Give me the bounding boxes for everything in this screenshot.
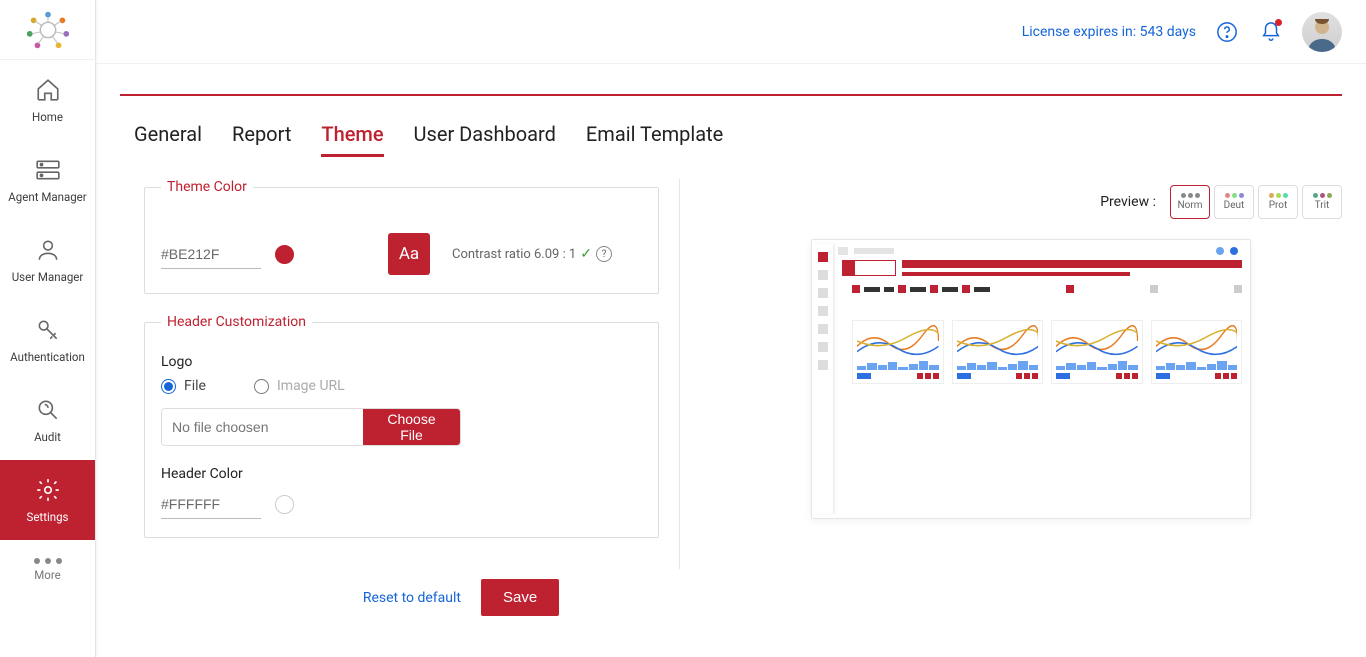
preview-column: Preview : Norm Deut Prot Trit — [710, 179, 1342, 569]
header-customization-legend: Header Customization — [161, 314, 312, 330]
logo-file-row: Choose File — [161, 408, 461, 446]
header-color-swatch[interactable] — [275, 495, 294, 514]
header-customization-fieldset: Header Customization Logo File Image URL… — [144, 314, 659, 538]
preview-mode-prot[interactable]: Prot — [1258, 185, 1298, 219]
preview-mode-norm[interactable]: Norm — [1170, 185, 1210, 219]
theme-panel: Theme Color Aa Contrast ratio 6.09 : 1✓?… — [120, 179, 1342, 569]
theme-color-fieldset: Theme Color Aa Contrast ratio 6.09 : 1✓? — [144, 179, 659, 294]
sidebar-item-audit[interactable]: Audit — [0, 380, 95, 460]
theme-color-swatch[interactable] — [275, 245, 294, 264]
app-logo-icon — [24, 10, 72, 50]
check-icon: ✓ — [580, 246, 592, 262]
authentication-icon — [34, 316, 62, 344]
sidebar-item-user-manager[interactable]: User Manager — [0, 220, 95, 300]
audit-icon — [34, 396, 62, 424]
tab-report[interactable]: Report — [232, 122, 291, 157]
theme-color-input[interactable] — [161, 240, 261, 269]
preview-label: Preview : — [1100, 194, 1156, 210]
preview-mode-deut[interactable]: Deut — [1214, 185, 1254, 219]
sidebar-item-home[interactable]: Home — [0, 60, 95, 140]
logo-file-input[interactable] — [162, 409, 363, 445]
sidebar-label-agent-manager: Agent Manager — [8, 190, 86, 204]
tabs: General Report Theme User Dashboard Emai… — [120, 122, 1342, 157]
notification-dot-icon — [1275, 19, 1282, 26]
sidebar-label-user-manager: User Manager — [12, 270, 84, 284]
tab-user-dashboard[interactable]: User Dashboard — [414, 122, 556, 157]
save-button[interactable]: Save — [481, 579, 559, 616]
nav: Home Agent Manager User Manager Authenti… — [0, 60, 95, 540]
content: General Report Theme User Dashboard Emai… — [96, 64, 1366, 657]
tab-theme[interactable]: Theme — [321, 122, 383, 157]
sidebar-item-agent-manager[interactable]: Agent Manager — [0, 140, 95, 220]
sidebar: Home Agent Manager User Manager Authenti… — [0, 0, 96, 657]
user-manager-icon — [34, 236, 62, 264]
red-divider — [120, 94, 1342, 96]
sidebar-item-more[interactable]: More — [0, 540, 95, 600]
sidebar-item-settings[interactable]: Settings — [0, 460, 95, 540]
sidebar-label-settings: Settings — [27, 510, 69, 524]
sidebar-label-audit: Audit — [34, 430, 61, 444]
header-color-input[interactable] — [161, 490, 261, 519]
sidebar-label-home: Home — [32, 110, 63, 124]
preview-header: Preview : Norm Deut Prot Trit — [720, 185, 1342, 219]
header-color-label: Header Color — [161, 466, 642, 482]
sidebar-item-authentication[interactable]: Authentication — [0, 300, 95, 380]
logo-source-file-radio[interactable]: File — [161, 378, 206, 394]
topbar: License expires in: 543 days — [96, 0, 1366, 64]
theme-color-legend: Theme Color — [161, 179, 253, 195]
logo-source-url-radio[interactable]: Image URL — [254, 378, 345, 394]
preview-mode-group: Norm Deut Prot Trit — [1170, 185, 1342, 219]
license-expiry-text[interactable]: License expires in: 543 days — [1022, 24, 1196, 40]
logo — [0, 0, 96, 60]
preview-box — [720, 239, 1342, 569]
tab-general[interactable]: General — [134, 122, 202, 157]
contrast-sample-box: Aa — [388, 233, 430, 275]
choose-file-button[interactable]: Choose File — [363, 409, 460, 445]
contrast-help-icon[interactable]: ? — [596, 246, 612, 262]
reset-to-default-link[interactable]: Reset to default — [363, 590, 461, 606]
preview-mode-trit[interactable]: Trit — [1302, 185, 1342, 219]
sidebar-label-authentication: Authentication — [10, 350, 85, 364]
contrast-ratio-text: Contrast ratio 6.09 : 1✓? — [452, 246, 612, 262]
action-row: Reset to default Save — [96, 579, 1342, 616]
gear-icon — [34, 476, 62, 504]
preview-thumbnail — [811, 239, 1251, 519]
logo-label: Logo — [161, 354, 642, 370]
avatar[interactable] — [1302, 12, 1342, 52]
home-icon — [34, 76, 62, 104]
help-button[interactable] — [1214, 19, 1240, 45]
theme-settings-column: Theme Color Aa Contrast ratio 6.09 : 1✓?… — [120, 179, 680, 569]
main: License expires in: 543 days General Rep… — [96, 0, 1366, 657]
more-dots-icon — [34, 558, 62, 564]
notifications-button[interactable] — [1258, 19, 1284, 45]
agent-manager-icon — [34, 156, 62, 184]
sidebar-label-more: More — [34, 568, 61, 582]
tab-email-template[interactable]: Email Template — [586, 122, 723, 157]
